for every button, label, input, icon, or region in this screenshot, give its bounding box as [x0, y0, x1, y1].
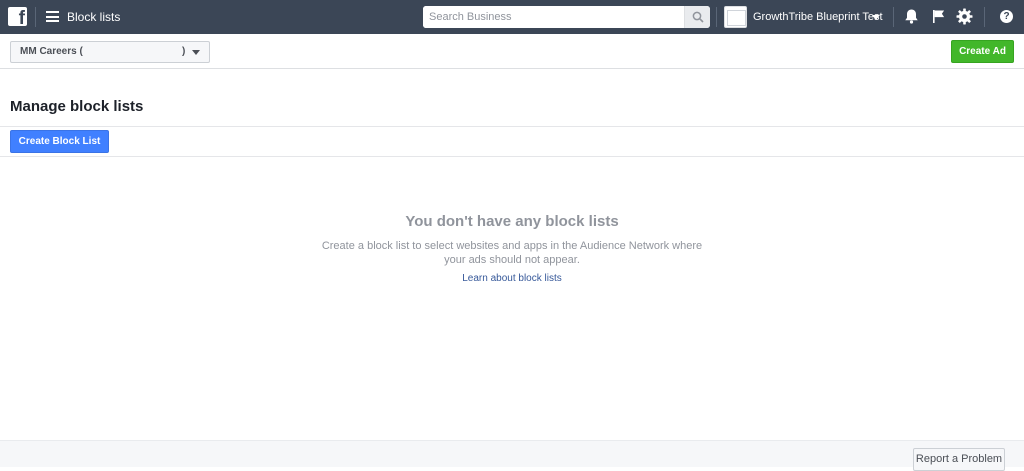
ad-account-name: MM Careers ( [20, 46, 83, 57]
learn-about-block-lists-link[interactable]: Learn about block lists [0, 273, 1024, 284]
menu-icon[interactable] [46, 11, 59, 22]
empty-state-title: You don't have any block lists [405, 213, 619, 230]
footer: Report a Problem [0, 440, 1024, 471]
notifications-bell-icon[interactable] [903, 8, 920, 25]
section-divider [0, 156, 1024, 157]
section-divider [0, 126, 1024, 127]
flag-icon[interactable] [930, 8, 947, 25]
report-problem-button[interactable]: Report a Problem [913, 448, 1005, 471]
top-navigation-bar: f Block lists GrowthTribe Blueprint Test [0, 0, 1024, 34]
business-avatar-icon[interactable] [724, 6, 747, 28]
ad-account-name-suffix: ) [182, 46, 186, 57]
facebook-logo-icon[interactable]: f [8, 7, 27, 29]
help-icon[interactable]: ? [1000, 10, 1013, 23]
topbar-divider [893, 7, 894, 27]
topbar-divider [35, 7, 36, 27]
page-title: Manage block lists [10, 98, 144, 115]
account-bar: MM Careers ( ) Create Ad [0, 34, 1024, 69]
search-box [423, 6, 710, 28]
topbar-divider [716, 7, 717, 27]
create-ad-button[interactable]: Create Ad [951, 40, 1014, 63]
facebook-logo-letter: f [18, 8, 25, 29]
business-name[interactable]: GrowthTribe Blueprint Test [753, 11, 883, 23]
empty-state-description: Create a block list to select websites a… [321, 240, 703, 266]
search-input[interactable] [423, 6, 683, 28]
business-menu-chevron-down-icon[interactable] [872, 15, 880, 20]
search-icon [692, 11, 704, 23]
chevron-down-icon [192, 50, 200, 55]
search-button[interactable] [684, 6, 710, 28]
page-section-title[interactable]: Block lists [67, 10, 120, 24]
topbar-divider [984, 7, 985, 27]
ad-account-selector[interactable]: MM Careers ( ) [10, 41, 210, 63]
create-block-list-button[interactable]: Create Block List [10, 130, 109, 153]
gear-icon[interactable] [956, 8, 973, 25]
